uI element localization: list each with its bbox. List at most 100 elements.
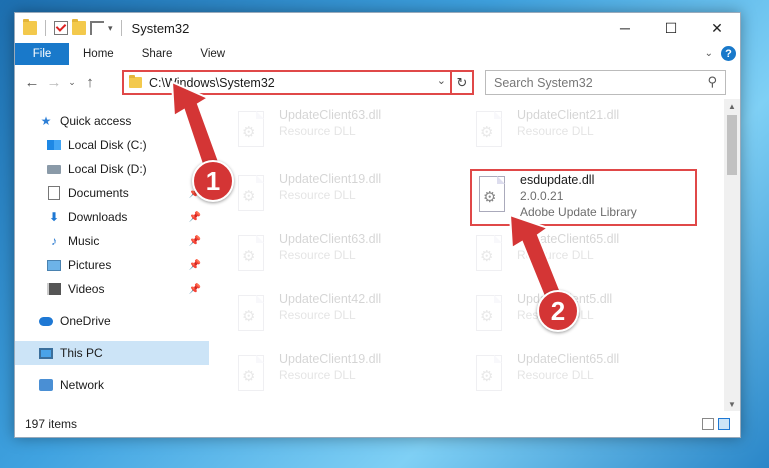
ribbon-right: ⌄ ? (705, 46, 736, 61)
close-button[interactable]: ✕ (694, 13, 740, 43)
file-type: Resource DLL (279, 124, 356, 138)
pin-icon[interactable]: 📌 (189, 284, 201, 295)
pin-icon[interactable]: 📌 (189, 260, 201, 271)
divider (45, 20, 46, 36)
maximize-button[interactable]: ☐ (648, 13, 694, 43)
search-icon[interactable]: ⚲ (707, 74, 717, 90)
list-item[interactable]: ⚙ UpdateClient63.dll Resource DLL (235, 107, 465, 159)
list-item[interactable]: ⚙ UpdateClient19.dll Resource DLL (235, 351, 465, 403)
search-input[interactable]: Search System32 ⚲ (485, 70, 726, 95)
recent-chevron-icon[interactable]: ⌄ (65, 77, 79, 88)
videos-icon (47, 282, 61, 296)
file-type: Resource DLL (279, 368, 356, 382)
folder-icon (23, 19, 37, 35)
file-version: 2.0.0.21 (520, 189, 564, 203)
list-item[interactable]: ⚙ UpdateClient65.dll Resource DLL (473, 351, 703, 403)
sidebar-item-label: Music (68, 234, 100, 248)
navigation-pane: ★ Quick access Local Disk (C:) Local Dis… (15, 99, 209, 411)
file-name: UpdateClient65.dll (517, 232, 620, 246)
back-arrow-icon[interactable]: ← (21, 74, 43, 91)
file-type: Resource DLL (517, 368, 594, 382)
dll-file-icon: ⚙ (476, 176, 508, 216)
file-name: UpdateClient42.dll (279, 292, 382, 306)
documents-icon (47, 186, 61, 200)
tiles-view-icon[interactable] (718, 418, 730, 430)
vertical-scrollbar[interactable]: ▲ ▼ (724, 99, 740, 411)
file-name: UpdateClient63.dll (279, 108, 382, 122)
scroll-down-icon[interactable]: ▼ (724, 397, 740, 411)
file-type: Resource DLL (279, 308, 356, 322)
drive-icon (47, 162, 61, 176)
sidebar-item-this-pc[interactable]: This PC (15, 341, 209, 365)
scroll-up-icon[interactable]: ▲ (724, 99, 740, 113)
sidebar-item-onedrive[interactable]: OneDrive (15, 309, 209, 333)
sidebar-item-label: Local Disk (C:) (68, 138, 147, 152)
dll-file-icon: ⚙ (473, 235, 505, 275)
esdupdate-file-item[interactable]: ⚙ esdupdate.dll 2.0.0.21 Adobe Update Li… (476, 172, 706, 224)
explorer-window: ▾ System32 ─ ☐ ✕ File Home Share View ⌄ … (14, 12, 741, 438)
list-item[interactable]: ⚙ UpdateClient42.dll Resource DLL (235, 291, 465, 343)
sidebar-item-quick-access[interactable]: ★ Quick access (15, 109, 209, 133)
sidebar-item-label: Documents (68, 186, 129, 200)
title-bar: ▾ System32 ─ ☐ ✕ (15, 13, 740, 43)
sidebar-item-label: Downloads (68, 210, 128, 224)
sidebar-item-documents[interactable]: Documents 📌 (15, 181, 209, 205)
address-path: C:\Windows\System32 (149, 75, 275, 90)
ribbon-tabs: File Home Share View ⌄ ? (15, 43, 740, 65)
folder-icon (129, 75, 142, 88)
properties-check-icon[interactable] (54, 21, 68, 35)
sidebar-item-label: OneDrive (60, 314, 111, 328)
sidebar-item-label: Local Disk (D:) (68, 162, 147, 176)
address-field[interactable]: C:\Windows\System32 ⌄ ↻ (122, 70, 474, 95)
item-count: 197 items (25, 417, 78, 431)
sidebar-item-local-disk-c[interactable]: Local Disk (C:) (15, 133, 209, 157)
file-name: UpdateClient19.dll (279, 172, 382, 186)
up-arrow-icon[interactable]: ↑ (79, 74, 101, 91)
list-item[interactable]: ⚙ UpdateClient5.dllResource DLL (473, 291, 703, 343)
pictures-icon (47, 258, 61, 272)
list-item[interactable]: ⚙ UpdateClient63.dll Resource DLL (235, 231, 465, 283)
dll-file-icon: ⚙ (235, 111, 267, 151)
forward-arrow-icon[interactable]: → (43, 74, 65, 91)
cloud-icon (39, 314, 53, 328)
view-toggle (702, 418, 730, 430)
file-list: ⚙ UpdateClient63.dll Resource DLL ⚙ Updat… (209, 99, 740, 411)
tab-share[interactable]: Share (128, 43, 187, 65)
sidebar-item-downloads[interactable]: ⬇ Downloads 📌 (15, 205, 209, 229)
sidebar-item-network[interactable]: Network (15, 373, 209, 397)
sidebar-item-music[interactable]: ♪ Music 📌 (15, 229, 209, 253)
sidebar-item-pictures[interactable]: Pictures 📌 (15, 253, 209, 277)
tab-view[interactable]: View (186, 43, 239, 65)
details-view-icon[interactable] (702, 418, 714, 430)
sidebar-item-label: This PC (60, 346, 103, 360)
refresh-icon[interactable]: ↻ (450, 72, 472, 93)
file-description: Adobe Update Library (520, 205, 637, 219)
pin-icon[interactable]: 📌 (189, 236, 201, 247)
list-item[interactable]: ⚙ UpdateClient65.dll Resource DLL (473, 231, 703, 283)
expand-ribbon-icon[interactable]: ⌄ (705, 48, 713, 59)
tab-home[interactable]: Home (69, 43, 128, 65)
chevron-down-icon[interactable]: ▾ (108, 23, 113, 34)
quick-access-toolbar: ▾ (15, 19, 126, 36)
new-folder-icon[interactable] (72, 19, 86, 35)
tab-file[interactable]: File (15, 43, 69, 65)
file-name: esdupdate.dll (520, 173, 595, 187)
sidebar-item-label: Network (60, 378, 105, 392)
scrollbar-thumb[interactable] (727, 115, 737, 175)
dll-file-icon: ⚙ (473, 295, 505, 335)
sidebar-item-label: Pictures (68, 258, 112, 272)
sidebar-item-local-disk-d[interactable]: Local Disk (D:) (15, 157, 209, 181)
file-name: UpdateClient19.dll (279, 352, 382, 366)
chevron-down-icon[interactable]: ⌄ (437, 74, 446, 87)
help-icon[interactable]: ? (721, 46, 736, 61)
list-item[interactable]: ⚙ UpdateClient21.dll Resource DLL (473, 107, 703, 159)
list-item[interactable]: ⚙ UpdateClient19.dll Resource DLL (235, 171, 465, 223)
pin-icon[interactable]: 📌 (189, 212, 201, 223)
file-name: UpdateClient63.dll (279, 232, 382, 246)
file-type: Resource DLL (279, 248, 356, 262)
highlighted-file-box: ⚙ esdupdate.dll 2.0.0.21 Adobe Update Li… (470, 169, 697, 226)
customize-icon[interactable] (90, 21, 104, 35)
network-icon (39, 378, 53, 392)
minimize-button[interactable]: ─ (602, 13, 648, 43)
sidebar-item-videos[interactable]: Videos 📌 (15, 277, 209, 301)
